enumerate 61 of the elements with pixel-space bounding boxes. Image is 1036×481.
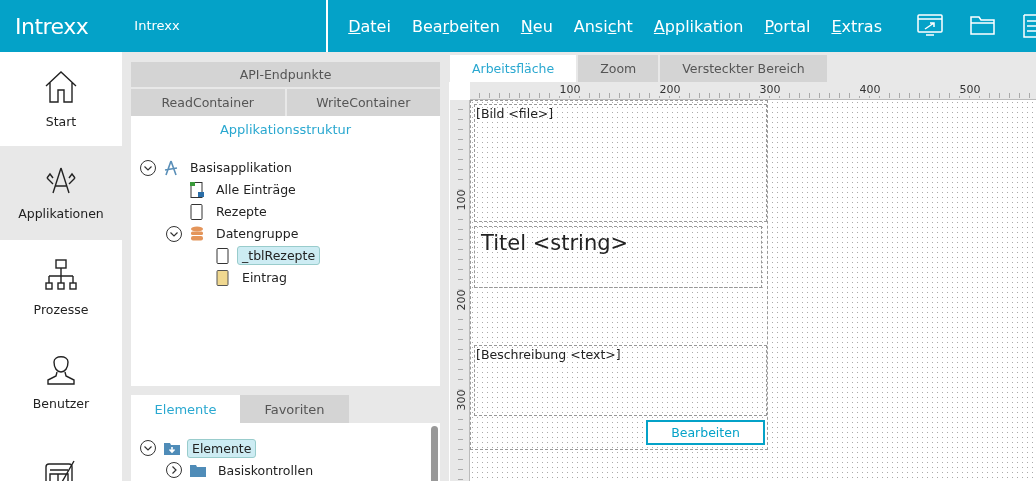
tree-item[interactable]: Alle Einträge	[211, 180, 301, 200]
tab[interactable]: API-Endpunkte	[131, 62, 440, 87]
page-icon	[215, 268, 231, 287]
tab[interactable]: Elemente	[131, 395, 240, 423]
sidebar-label: Start	[45, 113, 77, 129]
menu-item[interactable]: Portal	[764, 16, 811, 36]
caret-icon[interactable]	[165, 461, 183, 479]
page-icon	[215, 246, 231, 265]
ruler-label: 200	[658, 83, 682, 96]
menu-item[interactable]: Ansicht	[573, 16, 633, 36]
database-icon	[189, 224, 205, 243]
page-icon	[189, 202, 205, 221]
compass-drafting-icon	[44, 165, 78, 196]
edit-button[interactable]: Bearbeiten	[646, 420, 765, 445]
document-icon	[189, 180, 205, 199]
logo: Intrexx	[14, 13, 90, 39]
compass-icon	[163, 158, 179, 177]
tab[interactable]: Favoriten	[240, 395, 349, 423]
folder-icon	[189, 462, 207, 478]
sidebar-item[interactable]: Applikationen	[0, 146, 122, 240]
tree-item[interactable]: _tblRezepte	[237, 246, 321, 266]
layout-pencil-icon	[44, 460, 78, 481]
monitor-icon[interactable]	[916, 13, 944, 39]
ruler-label: 500	[958, 83, 982, 96]
tree-item[interactable]: Basiskontrollen	[213, 460, 319, 480]
tree-item[interactable]: Eintrag	[237, 268, 292, 288]
menu-item[interactable]: Applikation	[653, 16, 744, 36]
tab[interactable]: WriteContainer	[286, 88, 440, 116]
panel-title: Applikationsstruktur	[218, 121, 353, 137]
hierarchy-icon	[44, 257, 78, 292]
caret-icon[interactable]	[139, 439, 157, 457]
tree-item[interactable]: Basisapplikation	[185, 158, 297, 178]
sidebar-label: Benutzer	[32, 395, 90, 411]
tree-item[interactable]: Datengruppe	[211, 224, 304, 244]
caret-icon[interactable]	[165, 224, 183, 243]
scrollbar[interactable]	[431, 426, 438, 481]
home-icon	[44, 69, 78, 104]
caret-icon[interactable]	[139, 158, 157, 177]
ruler-label: 100	[455, 189, 468, 211]
folder-icon	[163, 440, 181, 456]
portal-name: Intrexx	[134, 0, 329, 52]
menu-item[interactable]: Neu	[520, 16, 553, 36]
ruler-label: 100	[558, 83, 582, 96]
tree-item[interactable]: Rezepte	[211, 202, 272, 222]
tab[interactable]: ReadContainer	[131, 88, 285, 116]
ruler-label: 300	[455, 389, 468, 411]
sidebar-label: Prozesse	[33, 301, 89, 317]
tab[interactable]: Versteckter Bereich	[660, 55, 827, 82]
tree-item[interactable]: Elemente	[187, 438, 257, 458]
image-control[interactable]: [Bild <file>]	[474, 104, 767, 222]
menu-item[interactable]: Extras	[831, 16, 882, 36]
tab[interactable]: Zoom	[578, 55, 659, 82]
tab[interactable]: Arbeitsfläche	[450, 55, 577, 82]
text-control[interactable]: [Beschreibung <text>]	[474, 345, 767, 416]
sidebar-label: Applikationen	[18, 205, 104, 221]
title-control[interactable]: Titel <string>	[474, 226, 762, 288]
ruler-label: 300	[758, 83, 782, 96]
menu-item[interactable]: Datei	[348, 16, 391, 36]
menu-item[interactable]: Bearbeiten	[411, 16, 500, 36]
ruler-label: 400	[858, 83, 882, 96]
ruler-label: 200	[455, 289, 468, 311]
